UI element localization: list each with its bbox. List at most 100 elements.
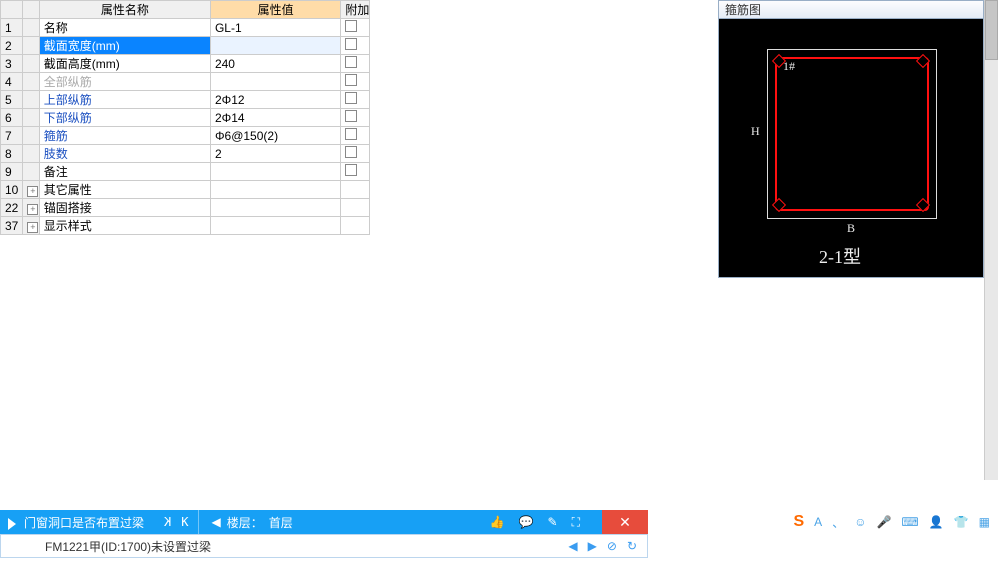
col-header-exp: [23, 1, 39, 19]
diagram-title: 箍筋图: [719, 1, 983, 19]
prop-value[interactable]: Φ6@150(2): [210, 127, 340, 145]
prop-value[interactable]: [210, 73, 340, 91]
table-row[interactable]: 4 全部纵筋: [1, 73, 370, 91]
expand-toggle[interactable]: +: [23, 217, 39, 235]
sogou-logo-icon[interactable]: S: [794, 513, 805, 531]
close-button[interactable]: ✕: [602, 510, 648, 534]
ime-user-icon[interactable]: 👤: [929, 515, 944, 529]
label-type: 2-1型: [819, 243, 861, 269]
prop-extra-checkbox[interactable]: [341, 37, 370, 55]
prop-value[interactable]: 2Φ12: [210, 91, 340, 109]
property-table[interactable]: 属性名称 属性值 附加 1名称GL-12截面宽度(mm)3截面高度(mm)240…: [0, 0, 370, 235]
prop-value[interactable]: GL-1: [210, 19, 340, 37]
table-row[interactable]: 22+锚固搭接: [1, 199, 370, 217]
table-row[interactable]: 8 肢数2: [1, 145, 370, 163]
label-b: B: [847, 221, 855, 236]
prop-name[interactable]: 名称: [39, 19, 210, 37]
floor-back-icon[interactable]: ◀: [211, 515, 220, 529]
expand-toggle[interactable]: +: [23, 181, 39, 199]
row-number: 4: [1, 73, 23, 91]
ime-mode[interactable]: A: [814, 515, 822, 529]
table-row[interactable]: 2截面宽度(mm): [1, 37, 370, 55]
nav-first-icon[interactable]: K: [164, 515, 171, 529]
ime-emoji-icon[interactable]: ☺: [854, 515, 866, 529]
table-row[interactable]: 7箍筋Φ6@150(2): [1, 127, 370, 145]
error-detail-text[interactable]: FM1221甲(ID:1700)未设置过梁: [1, 538, 221, 555]
prop-value[interactable]: [210, 163, 340, 181]
prop-extra-checkbox[interactable]: [341, 91, 370, 109]
nav-last-icon[interactable]: K: [181, 515, 188, 529]
prop-value[interactable]: [210, 37, 340, 55]
refresh-icon[interactable]: ↻: [627, 539, 637, 553]
prop-name[interactable]: 上部纵筋: [39, 91, 210, 109]
table-row[interactable]: 6下部纵筋2Φ14: [1, 109, 370, 127]
ime-punct[interactable]: 、: [832, 514, 844, 531]
ime-voice-icon[interactable]: 🎤: [876, 515, 891, 529]
prop-extra-checkbox[interactable]: [341, 199, 370, 217]
table-row[interactable]: 10+其它属性: [1, 181, 370, 199]
prop-name[interactable]: 锚固搭接: [39, 199, 210, 217]
prop-extra-checkbox[interactable]: [341, 217, 370, 235]
row-number: 10: [1, 181, 23, 199]
prop-value[interactable]: 2: [210, 145, 340, 163]
prop-extra-checkbox[interactable]: [341, 145, 370, 163]
prop-value[interactable]: 240: [210, 55, 340, 73]
col-header-value[interactable]: 属性值: [210, 1, 340, 19]
table-row[interactable]: 3截面高度(mm)240: [1, 55, 370, 73]
prop-name[interactable]: 全部纵筋: [39, 73, 210, 91]
prop-name[interactable]: 截面高度(mm): [39, 55, 210, 73]
prop-name[interactable]: 下部纵筋: [39, 109, 210, 127]
prop-name[interactable]: 截面宽度(mm): [39, 37, 210, 55]
prop-extra-checkbox[interactable]: [341, 19, 370, 37]
scrollbar-thumb[interactable]: [985, 0, 998, 60]
floor-label: 楼层：: [227, 514, 263, 531]
prop-value[interactable]: [210, 181, 340, 199]
error-title: 门窗洞口是否布置过梁: [0, 514, 154, 531]
expand-toggle[interactable]: +: [23, 199, 39, 217]
error-info-bar: 门窗洞口是否布置过梁 K K ◀ 楼层： 首层 👍 💬 ✎ ⛶ ✕: [0, 510, 648, 534]
prop-name[interactable]: 备注: [39, 163, 210, 181]
prop-extra-checkbox[interactable]: [341, 127, 370, 145]
prop-value[interactable]: [210, 217, 340, 235]
property-panel: 属性名称 属性值 附加 1名称GL-12截面宽度(mm)3截面高度(mm)240…: [0, 0, 370, 235]
table-row[interactable]: 1名称GL-1: [1, 19, 370, 37]
prop-extra-checkbox[interactable]: [341, 163, 370, 181]
maximize-icon[interactable]: ⛶: [572, 515, 580, 530]
thumbs-up-icon[interactable]: 👍: [490, 515, 505, 529]
prop-value[interactable]: [210, 199, 340, 217]
label-h: H: [751, 124, 760, 139]
floor-selector[interactable]: ◀ 楼层： 首层: [199, 514, 304, 531]
col-header-add[interactable]: 附加: [341, 1, 370, 19]
ime-keyboard-icon[interactable]: ⌨: [901, 515, 918, 529]
table-row[interactable]: 5 上部纵筋2Φ12: [1, 91, 370, 109]
edit-icon[interactable]: ✎: [548, 515, 558, 529]
ime-toolbox-icon[interactable]: ▦: [979, 515, 990, 529]
expand-toggle: [23, 73, 39, 91]
expand-toggle: [23, 37, 39, 55]
prop-name[interactable]: 显示样式: [39, 217, 210, 235]
prop-value[interactable]: 2Φ14: [210, 109, 340, 127]
diagram-canvas[interactable]: 1# H B 2-1型: [719, 19, 983, 277]
prop-name[interactable]: 其它属性: [39, 181, 210, 199]
next-icon[interactable]: ▶: [588, 539, 597, 553]
scrollbar-vertical[interactable]: [984, 0, 998, 480]
expand-toggle: [23, 91, 39, 109]
prop-extra-checkbox[interactable]: [341, 109, 370, 127]
row-number: 9: [1, 163, 23, 181]
expand-toggle: [23, 109, 39, 127]
row-number: 8: [1, 145, 23, 163]
prop-extra-checkbox[interactable]: [341, 181, 370, 199]
row-number: 5: [1, 91, 23, 109]
col-header-name[interactable]: 属性名称: [39, 1, 210, 19]
ime-toolbar[interactable]: S A 、 ☺ 🎤 ⌨ 👤 👕 ▦: [788, 510, 998, 534]
prop-name[interactable]: 肢数: [39, 145, 210, 163]
table-row[interactable]: 37+显示样式: [1, 217, 370, 235]
table-row[interactable]: 9 备注: [1, 163, 370, 181]
ime-skin-icon[interactable]: 👕: [954, 515, 969, 529]
prop-name[interactable]: 箍筋: [39, 127, 210, 145]
prev-icon[interactable]: ◀: [568, 539, 577, 553]
prop-extra-checkbox[interactable]: [341, 55, 370, 73]
prop-extra-checkbox[interactable]: [341, 73, 370, 91]
comment-icon[interactable]: 💬: [519, 515, 534, 529]
ignore-icon[interactable]: ⊘: [607, 539, 617, 553]
